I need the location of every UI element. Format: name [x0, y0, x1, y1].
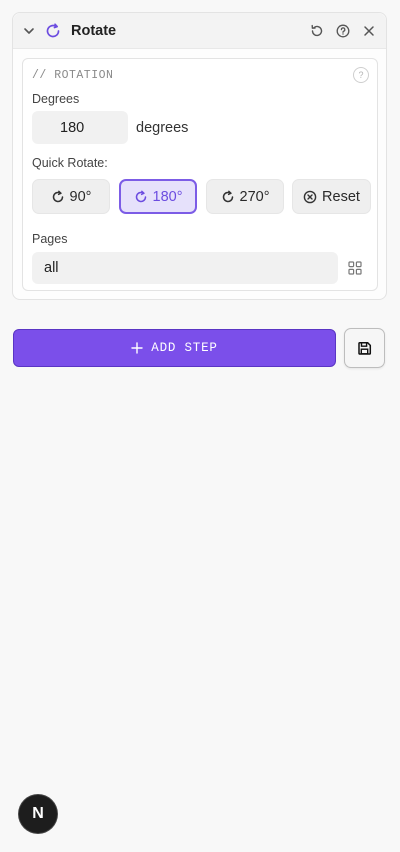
quick-rotate-label: Quick Rotate: — [32, 156, 108, 170]
rotate-180-button[interactable]: 180° — [119, 179, 197, 214]
rotate-90-label: 90° — [69, 188, 92, 205]
degrees-label: Degrees — [32, 92, 80, 106]
rotate-90-button[interactable]: 90° — [32, 179, 110, 214]
avatar[interactable]: N — [19, 795, 57, 833]
section-help-icon[interactable]: ? — [353, 67, 369, 83]
panel-header: Rotate — [13, 13, 386, 49]
pages-input[interactable] — [32, 252, 338, 284]
plus-icon — [131, 342, 143, 354]
section-label: // ROTATION — [32, 69, 114, 82]
rotate-icon — [45, 22, 61, 39]
help-icon[interactable] — [336, 24, 350, 38]
rotate-270-label: 270° — [239, 188, 270, 205]
rotate-cw-icon — [222, 190, 233, 202]
rotation-card: // ROTATION ? Degrees degrees Quick Rota… — [22, 58, 378, 291]
reset-icon[interactable] — [310, 24, 324, 38]
close-icon[interactable] — [362, 24, 376, 38]
x-circle-icon — [303, 190, 317, 203]
rotate-180-label: 180° — [152, 188, 183, 205]
rotate-cw-icon — [52, 190, 63, 202]
avatar-letter: N — [32, 805, 44, 822]
degrees-unit: degrees — [136, 120, 189, 136]
add-step-button[interactable]: ADD STEP — [13, 329, 336, 367]
reset-rotation-button[interactable]: Reset — [292, 179, 371, 214]
save-icon — [358, 341, 372, 355]
chevron-down-icon[interactable] — [23, 25, 35, 37]
grid-icon[interactable] — [348, 261, 362, 275]
pages-label: Pages — [32, 232, 68, 246]
reset-label: Reset — [322, 188, 360, 205]
rotate-cw-icon — [135, 190, 146, 202]
rotate-step-panel: Rotate // ROTATION ? Degrees degrees Qui… — [12, 12, 387, 300]
degrees-input[interactable] — [32, 111, 128, 144]
save-button[interactable] — [344, 328, 385, 368]
step-title: Rotate — [71, 22, 117, 39]
rotate-270-button[interactable]: 270° — [206, 179, 284, 214]
add-step-label: ADD STEP — [151, 341, 218, 355]
